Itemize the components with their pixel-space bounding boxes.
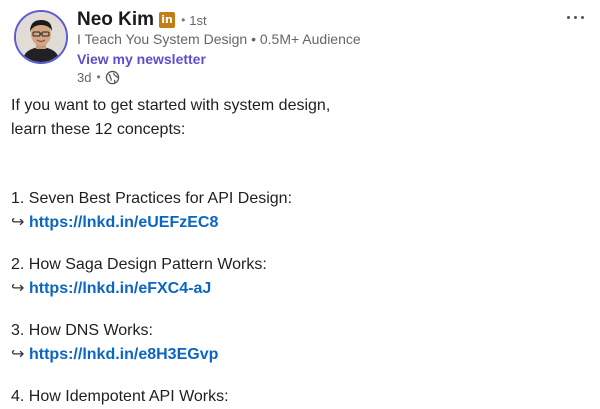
connection-degree: 1st	[189, 12, 207, 28]
author-headline: I Teach You System Design • 0.5M+ Audien…	[77, 31, 361, 47]
post-body: If you want to get started with system d…	[11, 94, 591, 409]
more-options-button[interactable]	[560, 8, 590, 26]
arrow-icon: ↪	[11, 346, 25, 363]
author-name-row: Neo Kim in • 1st	[77, 9, 207, 31]
list-item-link-row: ↪ https://lnkd.in/eUEFzEC8	[11, 211, 591, 235]
author-avatar[interactable]	[14, 10, 68, 64]
post-link[interactable]: https://lnkd.in/e8H3EGvp	[29, 346, 218, 363]
list-item-link-row: ↪ https://lnkd.in/eFXC4-aJ	[11, 277, 591, 301]
linkedin-premium-icon: in	[159, 12, 176, 28]
globe-icon	[105, 70, 120, 85]
list-item-title: 2. How Saga Design Pattern Works:	[11, 256, 267, 273]
post-link[interactable]: https://lnkd.in/eUEFzEC8	[29, 214, 218, 231]
post-intro-line: If you want to get started with system d…	[11, 97, 331, 114]
arrow-icon: ↪	[11, 214, 25, 231]
list-item-title: 3. How DNS Works:	[11, 322, 153, 339]
view-newsletter-link[interactable]: View my newsletter	[77, 51, 206, 67]
list-item-link-row: ↪ https://lnkd.in/e8H3EGvp	[11, 343, 591, 367]
list-item-title: 1. Seven Best Practices for API Design:	[11, 190, 293, 207]
post-intro-line: learn these 12 concepts:	[11, 121, 186, 138]
separator-dot: •	[181, 13, 186, 27]
more-horizontal-icon	[566, 15, 570, 19]
list-item-title: 4. How Idempotent API Works:	[11, 388, 229, 405]
post-meta: 3d •	[77, 68, 120, 86]
author-name[interactable]: Neo Kim	[77, 9, 154, 31]
avatar-photo	[16, 12, 66, 62]
arrow-icon: ↪	[11, 280, 25, 297]
post-time: 3d	[77, 69, 92, 85]
separator-dot: •	[96, 70, 101, 84]
post-link[interactable]: https://lnkd.in/eFXC4-aJ	[29, 280, 211, 297]
